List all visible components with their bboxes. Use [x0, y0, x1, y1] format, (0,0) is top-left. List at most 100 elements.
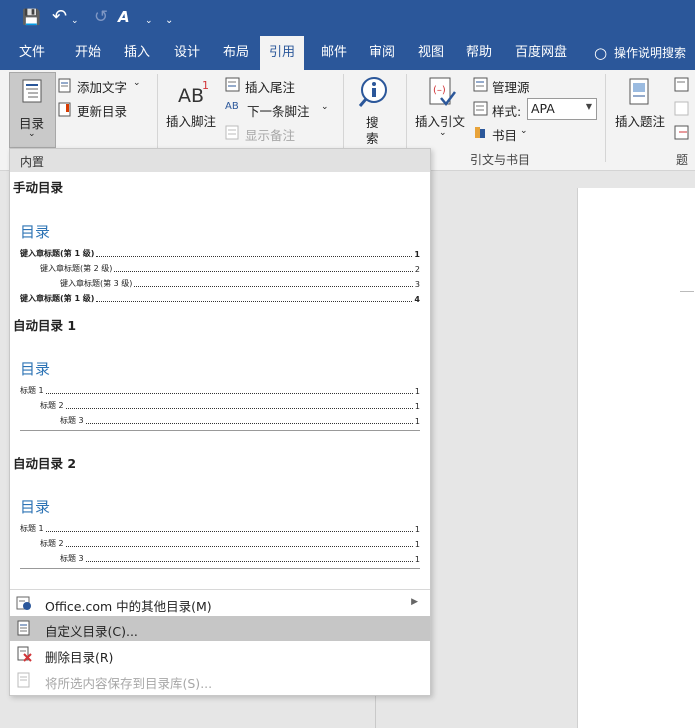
- add-text-button[interactable]: 添加文字: [77, 77, 127, 96]
- toc-preview-line: 标题 31: [60, 554, 420, 564]
- toc-preview-line: 键入章标题(第 2 级) 2: [40, 264, 420, 274]
- toc-option-title: 自动目录 1: [13, 318, 77, 333]
- insert-footnote-button[interactable]: 插入脚注: [166, 111, 216, 130]
- footnote-superscript-icon: 1: [202, 79, 209, 92]
- toc-button[interactable]: 目录 ⌄: [9, 72, 56, 148]
- chevron-down-icon: ⌄: [28, 129, 36, 139]
- toc-preview-heading: 目录: [20, 223, 51, 241]
- toc-preview-line: 标题 21: [40, 539, 420, 549]
- tab-baidu-netdisk[interactable]: 百度网盘: [515, 36, 567, 70]
- toc-option-title: 自动目录 2: [13, 456, 77, 471]
- quick-access-toolbar: 💾 ↶ ⌄ ↺ A ⌄ ⌄: [0, 0, 695, 36]
- gallery-section-header: 内置: [10, 149, 430, 172]
- dropdown-arrow-icon: ▼: [585, 102, 592, 111]
- chevron-down-icon: ⌄: [439, 128, 447, 138]
- toc-preview-heading: 目录: [20, 360, 51, 378]
- submenu-arrow-icon: ▶: [411, 597, 418, 607]
- group-label-citations: 引文与书目: [470, 153, 531, 167]
- citation-style-select[interactable]: APA ▼: [527, 98, 597, 120]
- toc-preview-line: 标题 31: [60, 416, 420, 426]
- tab-insert[interactable]: 插入: [124, 36, 150, 70]
- undo-dropdown-icon[interactable]: ⌄: [71, 12, 79, 30]
- bibliography-icon: [475, 127, 485, 138]
- menu-item-label: 删除目录(R): [45, 650, 114, 665]
- insert-table-of-figures-icon: [674, 77, 689, 92]
- tell-me-search[interactable]: 操作说明搜索: [614, 36, 686, 70]
- manage-sources-button[interactable]: 管理源: [492, 77, 530, 96]
- style-label: 样式:: [492, 104, 522, 119]
- group-label-captions: 题: [676, 153, 689, 167]
- toc-icon: [22, 79, 42, 103]
- ribbon-tabs: 文件 开始 插入 设计 布局 引用 邮件 审阅 视图 帮助 百度网盘 ○ 操作说…: [0, 36, 695, 70]
- margin-marker: [680, 291, 694, 292]
- toc-option-title: 手动目录: [13, 180, 64, 195]
- save-to-gallery-item: 将所选内容保存到目录库(S)...: [10, 668, 430, 693]
- bibliography-button[interactable]: 书目: [492, 125, 517, 144]
- toc-gallery-menu: 内置 手动目录 目录 键入章标题(第 1 级) 1 键入章标题(第 2 级) 2 键…: [9, 148, 431, 696]
- add-text-icon: [58, 78, 71, 93]
- group-separator: [605, 74, 606, 162]
- show-notes-button: 显示备注: [245, 128, 296, 143]
- save-icon[interactable]: 💾: [22, 8, 41, 26]
- insert-endnote-button[interactable]: 插入尾注: [245, 77, 295, 96]
- tab-home[interactable]: 开始: [75, 36, 101, 70]
- toc-preview-line: 键入章标题(第 3 级) 3: [60, 279, 420, 289]
- format-dropdown-icon[interactable]: ⌄: [145, 12, 153, 30]
- update-toc-button[interactable]: 更新目录: [77, 101, 127, 120]
- cross-reference-icon: [674, 125, 689, 140]
- chevron-down-icon: ⌄: [133, 78, 141, 88]
- next-footnote-icon: AB: [225, 101, 239, 112]
- chevron-down-icon: ⌄: [520, 126, 528, 136]
- toc-preview-line: 标题 11: [20, 386, 420, 396]
- custom-toc-icon: [17, 620, 30, 636]
- insert-endnote-icon: [225, 77, 240, 92]
- tab-layout[interactable]: 布局: [223, 36, 249, 70]
- insert-caption-icon: [629, 78, 649, 105]
- tab-file[interactable]: 文件: [19, 36, 45, 70]
- customize-qat-icon[interactable]: ⌄: [165, 12, 173, 30]
- menu-item-label: 将所选内容保存到目录库(S)...: [45, 676, 213, 691]
- toc-preview-rule: [20, 568, 420, 569]
- chevron-down-icon: ⌄: [321, 102, 329, 112]
- citation-style-value: APA: [531, 101, 555, 116]
- search-button-line2: 索: [366, 131, 379, 146]
- tab-design[interactable]: 设计: [174, 36, 200, 70]
- toc-preview-rule: [20, 430, 420, 431]
- toc-preview-line: 标题 11: [20, 524, 420, 534]
- toc-preview-line: 键入章标题(第 1 级) 4: [20, 294, 420, 304]
- office-more-tocs-item[interactable]: Office.com 中的其他目录(M) ▶: [10, 591, 430, 616]
- remove-toc-item[interactable]: 删除目录(R): [10, 642, 430, 667]
- section-title-builtin: 内置: [20, 155, 45, 169]
- office-online-icon: [16, 596, 31, 610]
- show-notes-icon: [225, 125, 239, 140]
- insert-footnote-icon: AB: [178, 85, 205, 107]
- tab-references[interactable]: 引用: [260, 36, 305, 70]
- redo-icon[interactable]: ↺: [94, 8, 108, 26]
- insert-citation-icon: (–): [429, 77, 456, 107]
- style-icon: [473, 101, 488, 116]
- menu-item-label: Office.com 中的其他目录(M): [45, 599, 212, 614]
- search-info-icon: [358, 77, 387, 107]
- format-painter-icon[interactable]: A: [118, 8, 130, 26]
- update-table-icon: [674, 101, 689, 116]
- menu-item-label: 自定义目录(C)...: [45, 624, 138, 639]
- tab-view[interactable]: 视图: [418, 36, 444, 70]
- update-toc-icon: [58, 102, 71, 117]
- manage-sources-icon: [473, 77, 488, 92]
- tab-review[interactable]: 审阅: [369, 36, 395, 70]
- menu-divider: [10, 589, 430, 590]
- toc-preview-line: 标题 21: [40, 401, 420, 411]
- save-to-gallery-icon: [17, 672, 30, 688]
- lightbulb-icon: ○: [594, 44, 608, 62]
- tab-help[interactable]: 帮助: [466, 36, 492, 70]
- tab-mailings[interactable]: 邮件: [321, 36, 347, 70]
- remove-toc-icon: [17, 646, 32, 662]
- insert-caption-button[interactable]: 插入题注: [615, 111, 665, 130]
- custom-toc-item[interactable]: 自定义目录(C)...: [10, 616, 430, 641]
- next-footnote-button[interactable]: 下一条脚注: [247, 101, 310, 120]
- undo-icon[interactable]: ↶: [52, 8, 67, 26]
- svg-text:(–): (–): [433, 85, 446, 96]
- toc-preview-heading: 目录: [20, 498, 51, 516]
- document-page[interactable]: [577, 188, 695, 728]
- toc-preview-line: 键入章标题(第 1 级) 1: [20, 249, 420, 259]
